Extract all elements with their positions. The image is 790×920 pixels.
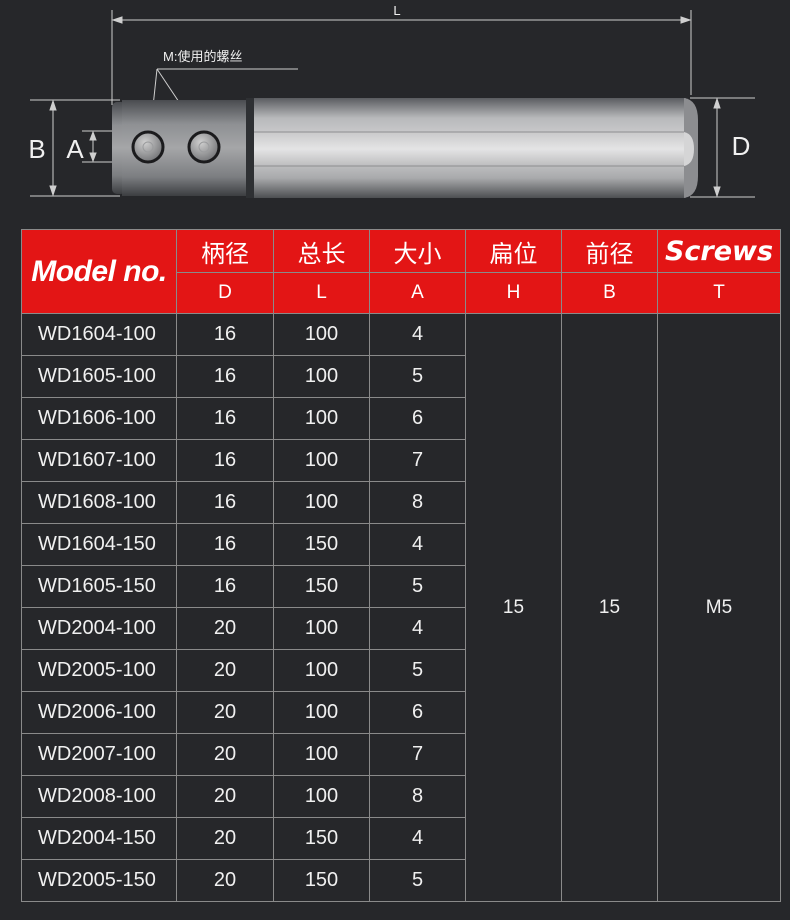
shank-diameter-cell: 20 <box>176 733 274 776</box>
screw-icon <box>131 130 165 164</box>
screws-cell: M5 <box>657 313 781 902</box>
model-cell: WD2004-150 <box>21 817 177 860</box>
size-cell: 5 <box>369 649 466 692</box>
size-cell: 6 <box>369 397 466 440</box>
spec-table: Model no. 柄径 总长 大小 扁位 前径 Screws D L A H … <box>21 229 781 902</box>
size-cell: 5 <box>369 565 466 608</box>
size-cell: 4 <box>369 817 466 860</box>
col-code-a: A <box>369 272 466 314</box>
size-cell: 5 <box>369 355 466 398</box>
size-cell: 5 <box>369 859 466 902</box>
col-header-shank-diameter: 柄径 <box>176 229 274 273</box>
model-cell: WD2005-100 <box>21 649 177 692</box>
col-code-t: T <box>657 272 781 314</box>
tool-holder-drawing: L M:使用的螺丝 B A D <box>28 3 755 198</box>
length-cell: 100 <box>273 607 370 650</box>
front-diameter-cell: 15 <box>561 313 658 902</box>
col-header-size: 大小 <box>369 229 466 273</box>
shank-diameter-cell: 16 <box>176 481 274 524</box>
label-D: D <box>732 131 751 161</box>
col-code-d: D <box>176 272 274 314</box>
length-cell: 100 <box>273 355 370 398</box>
shank-diameter-cell: 16 <box>176 355 274 398</box>
length-cell: 150 <box>273 565 370 608</box>
length-cell: 100 <box>273 649 370 692</box>
shank-diameter-cell: 20 <box>176 817 274 860</box>
model-cell: WD1608-100 <box>21 481 177 524</box>
length-cell: 100 <box>273 313 370 356</box>
shank-diameter-cell: 16 <box>176 439 274 482</box>
size-cell: 4 <box>369 607 466 650</box>
table-row: WD1604-100 16 100 4 15 15 M5 <box>21 313 781 902</box>
length-cell: 100 <box>273 439 370 482</box>
length-cell: 100 <box>273 775 370 818</box>
shank-diameter-cell: 20 <box>176 649 274 692</box>
col-header-screws: Screws <box>657 229 781 273</box>
length-cell: 150 <box>273 523 370 566</box>
size-cell: 4 <box>369 313 466 356</box>
length-cell: 150 <box>273 859 370 902</box>
callout-label: M:使用的螺丝 <box>163 49 242 64</box>
size-cell: 6 <box>369 691 466 734</box>
screw-icon <box>187 130 221 164</box>
model-header: Model no. <box>21 229 177 314</box>
size-cell: 7 <box>369 733 466 776</box>
col-header-total-length: 总长 <box>273 229 370 273</box>
spec-table-header: Model no. 柄径 总长 大小 扁位 前径 Screws D L A H … <box>21 229 781 314</box>
shank-diameter-cell: 16 <box>176 397 274 440</box>
col-code-h: H <box>465 272 562 314</box>
model-cell: WD1605-150 <box>21 565 177 608</box>
shank-diameter-cell: 16 <box>176 565 274 608</box>
length-cell: 100 <box>273 481 370 524</box>
col-code-l: L <box>273 272 370 314</box>
shank-diameter-cell: 20 <box>176 775 274 818</box>
model-cell: WD1604-150 <box>21 523 177 566</box>
label-L: L <box>393 3 400 18</box>
label-A: A <box>66 134 84 164</box>
size-cell: 8 <box>369 481 466 524</box>
model-cell: WD2008-100 <box>21 775 177 818</box>
shank-diameter-cell: 20 <box>176 691 274 734</box>
shank-diameter-cell: 16 <box>176 313 274 356</box>
length-cell: 150 <box>273 817 370 860</box>
col-header-flat: 扁位 <box>465 229 562 273</box>
spec-table-body: WD1604-100 16 100 4 15 15 M5 WD1605-100 16 100 5 WD… <box>21 313 781 902</box>
length-cell: 100 <box>273 397 370 440</box>
label-B: B <box>28 134 45 164</box>
flat-value-cell: 15 <box>465 313 562 902</box>
col-code-b: B <box>561 272 658 314</box>
shank-diameter-cell: 20 <box>176 859 274 902</box>
size-cell: 4 <box>369 523 466 566</box>
shank-diameter-cell: 20 <box>176 607 274 650</box>
model-cell: WD1606-100 <box>21 397 177 440</box>
length-cell: 100 <box>273 691 370 734</box>
size-cell: 7 <box>369 439 466 482</box>
size-cell: 8 <box>369 775 466 818</box>
model-cell: WD2007-100 <box>21 733 177 776</box>
model-cell: WD2006-100 <box>21 691 177 734</box>
length-cell: 100 <box>273 733 370 776</box>
model-cell: WD1605-100 <box>21 355 177 398</box>
model-cell: WD2004-100 <box>21 607 177 650</box>
shank-diameter-cell: 16 <box>176 523 274 566</box>
model-cell: WD1604-100 <box>21 313 177 356</box>
model-cell: WD2005-150 <box>21 859 177 902</box>
model-cell: WD1607-100 <box>21 439 177 482</box>
col-header-front-diameter: 前径 <box>561 229 658 273</box>
